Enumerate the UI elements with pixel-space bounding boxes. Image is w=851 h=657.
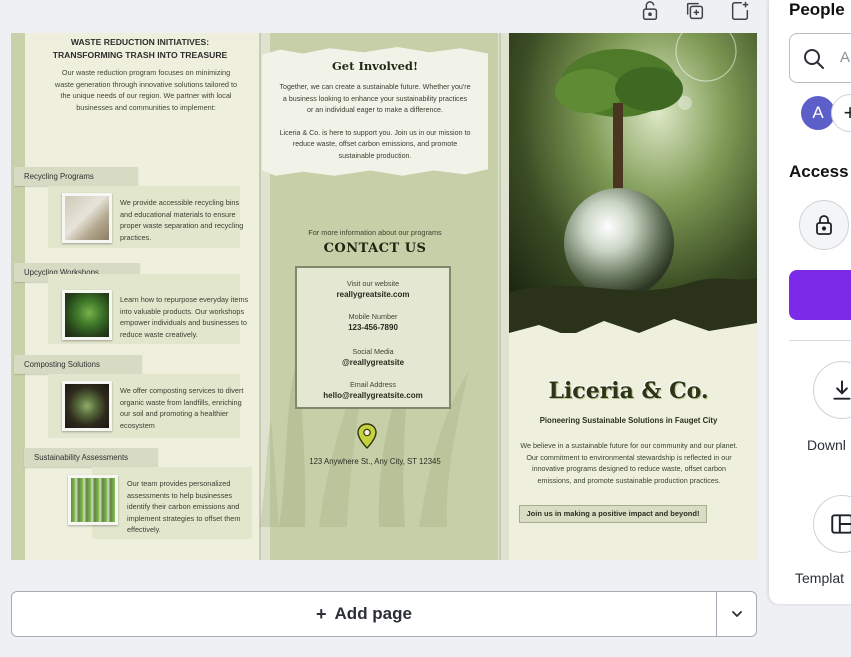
item-tag: Sustainability Assessments	[24, 448, 158, 467]
phone-label: Mobile Number	[348, 312, 398, 321]
lock-icon	[816, 215, 832, 235]
search-icon	[804, 49, 824, 69]
left-heading: WASTE REDUCTION INITIATIVES: TRANSFORMIN…	[40, 36, 240, 62]
search-placeholder: A	[840, 49, 851, 66]
item-text: Our team provides personalized assessmen…	[127, 479, 241, 534]
join-banner: Join us in making a positive impact and …	[519, 505, 707, 523]
note-paragraph: Liceria & Co. is here to support you. Jo…	[279, 128, 471, 160]
recycling-image	[62, 193, 112, 243]
upcycling-image	[62, 290, 112, 340]
divider	[789, 340, 851, 341]
composting-image	[62, 381, 112, 431]
email-label: Email Address	[350, 380, 396, 389]
brand-title: Liceria & Co.	[548, 378, 709, 404]
lock-open-icon[interactable]	[639, 0, 661, 22]
people-heading: People	[789, 0, 845, 19]
website-label: Visit our website	[346, 279, 400, 288]
item-text: Learn how to repurpose everyday items in…	[120, 295, 249, 339]
item-text: We provide accessible recycling bins and…	[120, 198, 244, 242]
heading-line: TRANSFORMING TRASH INTO TREASURE	[52, 50, 228, 60]
address-text: 123 Anywhere St., Any City, ST 12345	[309, 457, 441, 466]
social-value: @reallygreatsite	[341, 358, 405, 367]
left-strip	[11, 33, 25, 560]
access-heading: Access	[789, 162, 849, 181]
tree-globe-photo	[509, 33, 757, 351]
website-value: reallygreatsite.com	[336, 290, 410, 299]
item-tag: Recycling Programs	[14, 167, 138, 186]
download-icon	[833, 380, 851, 400]
add-person-button[interactable]: +	[831, 94, 851, 132]
share-panel: People A A + Access Downl Templat	[769, 0, 851, 604]
download-label: Downl	[807, 437, 846, 453]
fold-line	[499, 33, 501, 560]
brand-tagline: Pioneering Sustainable Solutions in Faug…	[539, 416, 718, 425]
social-label: Social Media	[352, 347, 394, 356]
email-value: hello@reallygreatsite.com	[323, 391, 423, 400]
note-paragraph: Together, we can create a sustainable fu…	[279, 83, 471, 114]
get-involved-title: Get Involved!	[331, 59, 418, 73]
assessment-image	[68, 475, 118, 525]
duplicate-page-icon[interactable]	[684, 0, 706, 22]
location-pin-icon	[357, 423, 377, 449]
plus-icon: +	[316, 603, 327, 624]
item-text: We offer composting services to divert o…	[120, 386, 244, 430]
item-tag: Composting Solutions	[14, 355, 142, 374]
access-lock-button[interactable]	[799, 200, 849, 250]
add-page-label: Add page	[334, 604, 412, 623]
template-icon	[831, 514, 851, 534]
left-intro: Our waste reduction program focuses on m…	[54, 68, 238, 112]
share-primary-button[interactable]	[789, 270, 851, 320]
template-label: Templat	[795, 570, 845, 586]
template-button[interactable]	[813, 495, 851, 553]
avatar[interactable]: A	[801, 96, 835, 130]
add-page-options-button[interactable]	[717, 592, 757, 636]
add-page-icon[interactable]	[729, 0, 751, 22]
add-page-bar: + Add page	[11, 591, 757, 637]
chevron-down-icon	[732, 611, 742, 617]
add-page-button[interactable]: + Add page	[12, 592, 716, 636]
people-search-input[interactable]: A	[789, 33, 851, 83]
contact-title: CONTACT US	[323, 241, 427, 256]
download-button[interactable]	[813, 361, 851, 419]
heading-line: WASTE REDUCTION INITIATIVES:	[70, 37, 210, 47]
get-involved-text: Together, we can create a sustainable fu…	[279, 82, 471, 162]
brand-description: We believe in a sustainable future for o…	[520, 441, 738, 485]
more-info-text: For more information about our programs	[308, 228, 442, 237]
contact-box: Visit our website reallygreatsite.com Mo…	[295, 266, 451, 409]
phone-value: 123-456-7890	[348, 323, 398, 332]
